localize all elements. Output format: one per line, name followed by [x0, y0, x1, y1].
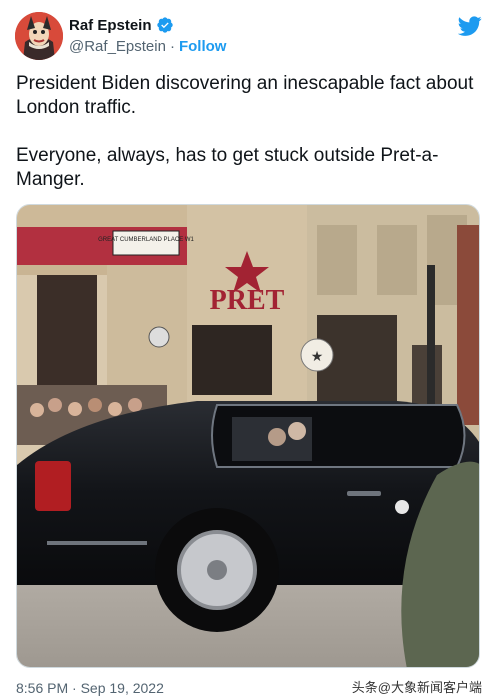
watermark-text: 头条@大象新闻客户端 [351, 680, 482, 695]
twitter-bird-icon[interactable] [458, 14, 482, 38]
verified-badge-icon [156, 17, 173, 33]
separator-dot: · [169, 38, 175, 55]
street-sign-text: GREAT CUMBERLAND PLACE W1 [98, 237, 194, 243]
tweet-timestamp[interactable]: 8:56 PM · Sep 19, 2022 [16, 680, 164, 696]
avatar[interactable] [15, 12, 63, 60]
tweet-body: President Biden discovering an inescapab… [16, 72, 478, 216]
author-names: Raf Epstein @Raf_Epstein · Follow [69, 15, 227, 56]
avatar-illustration-icon [15, 12, 63, 60]
tweet-text-line-1: President Biden discovering an inescapab… [16, 73, 474, 118]
author-handle[interactable]: @Raf_Epstein [69, 38, 166, 55]
tweet-media-video[interactable]: GREAT CUMBERLAND PLACE W1 PRET ★ [16, 204, 480, 668]
street-scene-image: GREAT CUMBERLAND PLACE W1 PRET ★ [17, 205, 479, 667]
author-display-name[interactable]: Raf Epstein [69, 17, 152, 34]
tweet-text-line-2: Everyone, always, has to get stuck outsi… [16, 145, 439, 190]
svg-text:★: ★ [311, 349, 324, 365]
pret-shop-sign: PRET [210, 285, 285, 316]
watermark: 头条@大象新闻客户端 [347, 675, 486, 698]
tweet-header: Raf Epstein @Raf_Epstein · Follow [15, 12, 482, 60]
follow-button[interactable]: Follow [179, 38, 227, 55]
